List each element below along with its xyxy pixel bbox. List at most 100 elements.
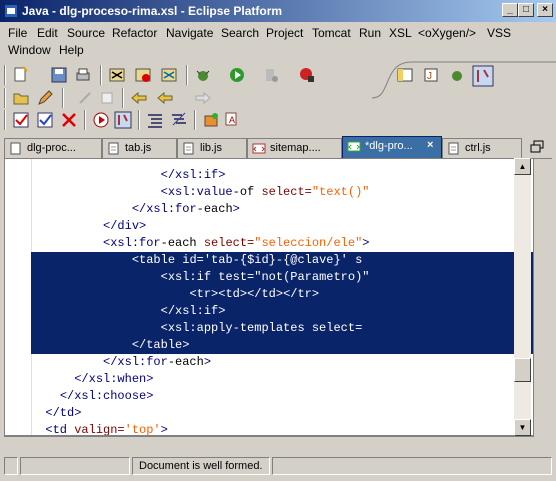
code-line[interactable]: </xsl:for-each> bbox=[31, 354, 533, 371]
save-icon[interactable] bbox=[50, 66, 68, 84]
open-perspective-icon[interactable] bbox=[396, 66, 414, 84]
tab-dlg-pro-active[interactable]: *dlg-pro... × bbox=[342, 136, 442, 158]
title-bar: Java - dlg-proceso-rima.xsl - Eclipse Pl… bbox=[0, 0, 556, 22]
stop-icon[interactable] bbox=[298, 66, 316, 84]
code-line[interactable]: <xsl:for-each select="seleccion/ele"> bbox=[31, 235, 533, 252]
maximize-button[interactable]: □ bbox=[518, 3, 534, 17]
code-line[interactable]: </xsl:for-each> bbox=[31, 201, 533, 218]
code-line[interactable]: <td valign='top'> bbox=[31, 422, 533, 435]
tab-lib-js[interactable]: lib.js bbox=[177, 138, 247, 158]
close-button[interactable]: × bbox=[537, 3, 553, 17]
code-line-selected[interactable]: </xsl:if> bbox=[31, 303, 533, 320]
xsl-file-icon bbox=[347, 141, 361, 152]
code-line-selected[interactable]: <tr><td></td></tr> bbox=[31, 286, 533, 303]
format-indent-icon[interactable] bbox=[146, 111, 164, 129]
menu-edit[interactable]: Edit bbox=[37, 26, 58, 40]
toolbar-separator bbox=[62, 88, 64, 108]
window-title: Java - dlg-proceso-rima.xsl - Eclipse Pl… bbox=[22, 4, 283, 18]
menu-search[interactable]: Search bbox=[221, 26, 259, 40]
vss-undo-checkout-icon[interactable] bbox=[134, 66, 152, 84]
menu-navigate[interactable]: Navigate bbox=[166, 26, 213, 40]
toolbar-separator bbox=[4, 65, 6, 85]
code-line[interactable]: </td> bbox=[31, 405, 533, 422]
menu-bar: File Edit Source Refactor Navigate Searc… bbox=[0, 22, 556, 60]
menu-tomcat[interactable]: Tomcat bbox=[312, 26, 351, 40]
run-icon[interactable] bbox=[228, 66, 246, 84]
spelling-check-icon[interactable]: A bbox=[224, 111, 242, 129]
task-check-blue-icon[interactable] bbox=[36, 111, 54, 129]
toolbar-separator bbox=[100, 65, 102, 85]
js-file-icon bbox=[448, 142, 459, 155]
svg-text:A: A bbox=[229, 115, 235, 125]
code-line[interactable]: </xsl:when> bbox=[31, 371, 533, 388]
menu-refactor[interactable]: Refactor bbox=[112, 26, 157, 40]
copy-disabled-icon bbox=[101, 92, 113, 104]
forward-disabled-icon bbox=[195, 91, 211, 105]
package-icon[interactable] bbox=[202, 111, 220, 129]
menu-source[interactable]: Source bbox=[67, 26, 105, 40]
debug-icon[interactable] bbox=[194, 66, 212, 84]
back-icon[interactable] bbox=[156, 89, 174, 107]
code-line-selected[interactable]: <xsl:apply-templates select= bbox=[31, 320, 533, 337]
external-tools-icon[interactable] bbox=[262, 66, 280, 84]
code-line-selected[interactable]: <table id='tab-{$id}-{@clave}' s bbox=[31, 252, 533, 269]
close-tab-icon[interactable]: × bbox=[427, 139, 433, 151]
restore-view-icon[interactable] bbox=[530, 140, 546, 154]
pencil-icon[interactable] bbox=[36, 89, 54, 107]
code-line[interactable]: <xsl:value-of select="text()" bbox=[31, 184, 533, 201]
status-message: Document is well formed. bbox=[132, 457, 270, 475]
code-area[interactable]: </xsl:if> <xsl:value-of select="text()" … bbox=[31, 159, 533, 435]
toolbar-separator bbox=[186, 65, 188, 85]
vss-checkout-icon[interactable] bbox=[160, 66, 178, 84]
toolbar-separator bbox=[84, 110, 86, 130]
java-perspective-icon[interactable]: J bbox=[422, 66, 440, 84]
minimize-button[interactable]: _ bbox=[502, 3, 518, 17]
task-check-icon[interactable] bbox=[12, 111, 30, 129]
debug-perspective-icon[interactable] bbox=[448, 66, 466, 84]
code-line[interactable]: </xsl:if> bbox=[31, 167, 533, 184]
menu-run[interactable]: Run bbox=[359, 26, 381, 40]
status-segment-right bbox=[272, 457, 552, 475]
code-line-selected[interactable]: <xsl:if test="not(Parametro)" bbox=[31, 269, 533, 286]
status-segment-empty bbox=[20, 457, 130, 475]
menu-help[interactable]: Help bbox=[59, 43, 84, 57]
scroll-thumb[interactable] bbox=[514, 358, 531, 382]
previous-annotation-icon[interactable] bbox=[130, 89, 148, 107]
transform-icon[interactable] bbox=[114, 111, 132, 129]
status-fastview[interactable] bbox=[4, 457, 18, 475]
menu-project[interactable]: Project bbox=[266, 26, 303, 40]
editor-gutter bbox=[5, 159, 32, 435]
tab-dlg-proc[interactable]: dlg-proc... bbox=[4, 138, 102, 158]
record-icon[interactable] bbox=[92, 111, 110, 129]
tab-sitemap[interactable]: sitemap.... bbox=[247, 138, 342, 158]
scroll-down-button[interactable]: ▼ bbox=[514, 419, 531, 436]
tab-tab-js[interactable]: tab.js bbox=[102, 138, 177, 158]
editor-tabbar: dlg-proc... tab.js lib.js sitemap.... *d… bbox=[4, 136, 552, 159]
menu-file[interactable]: File bbox=[8, 26, 27, 40]
status-bar: Document is well formed. bbox=[0, 454, 556, 481]
menu-xsl[interactable]: XSL bbox=[389, 26, 412, 40]
code-line[interactable]: </xsl:choose> bbox=[31, 388, 533, 405]
tab-ctrl-js[interactable]: ctrl.js bbox=[442, 138, 522, 158]
vss-checkin-icon[interactable] bbox=[108, 66, 126, 84]
code-editor[interactable]: </xsl:if> <xsl:value-of select="text()" … bbox=[4, 158, 534, 436]
code-line[interactable]: </div> bbox=[31, 218, 533, 235]
menu-vss[interactable]: VSS bbox=[487, 26, 511, 40]
xsl-perspective-icon[interactable] bbox=[472, 65, 494, 87]
menu-oxygen[interactable]: <oXygen/> bbox=[418, 26, 476, 40]
menu-window[interactable]: Window bbox=[8, 43, 51, 57]
toolbar-separator bbox=[4, 110, 6, 130]
svg-text:J: J bbox=[427, 71, 432, 82]
vertical-scrollbar[interactable]: ▲ ▼ bbox=[514, 158, 531, 436]
validate-schema-icon[interactable] bbox=[170, 111, 188, 129]
code-line-selected[interactable]: </table> bbox=[31, 337, 533, 354]
scroll-up-button[interactable]: ▲ bbox=[514, 158, 531, 175]
perspective-switcher: J bbox=[372, 60, 556, 100]
new-file-icon[interactable] bbox=[12, 66, 30, 84]
toolbar-separator bbox=[122, 88, 124, 108]
print-icon[interactable] bbox=[74, 66, 92, 84]
js-file-icon bbox=[108, 142, 119, 155]
js-file-icon bbox=[183, 142, 194, 155]
delete-icon[interactable] bbox=[60, 111, 78, 129]
open-folder-icon[interactable] bbox=[12, 89, 30, 107]
